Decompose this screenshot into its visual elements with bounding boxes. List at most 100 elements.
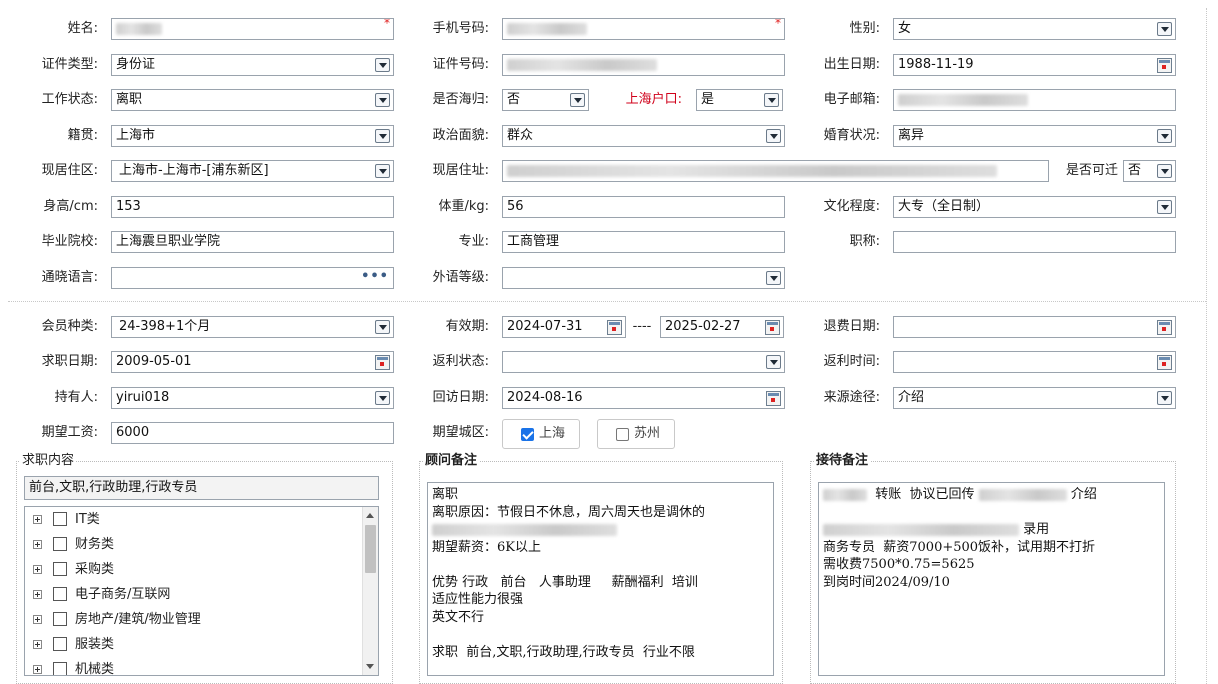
- expand-icon[interactable]: [33, 565, 42, 574]
- expand-icon[interactable]: [33, 640, 42, 649]
- calendar-icon[interactable]: [766, 391, 781, 406]
- relocate-select[interactable]: 否: [1123, 160, 1176, 182]
- checkbox-icon[interactable]: [53, 637, 67, 651]
- marital-select[interactable]: 离异: [893, 125, 1176, 147]
- checkbox-icon[interactable]: [53, 512, 67, 526]
- chevron-down-icon[interactable]: [1157, 22, 1172, 36]
- reception-note-title: 接待备注: [814, 453, 871, 469]
- checkbox-icon[interactable]: [53, 612, 67, 626]
- residence-addr-input[interactable]: [502, 160, 1049, 182]
- checkbox-icon[interactable]: [53, 662, 67, 675]
- education-select[interactable]: 大专（全日制）: [893, 196, 1176, 218]
- calendar-icon[interactable]: [1157, 320, 1172, 335]
- reception-note-textarea[interactable]: 转账 协议已回传 介绍 录用 商务专员 薪资7000+500饭补，试用期不打折 需收…: [818, 482, 1165, 676]
- city-option-suzhou[interactable]: 苏州: [597, 419, 675, 449]
- expand-icon[interactable]: [33, 665, 42, 674]
- checkbox-icon[interactable]: [53, 562, 67, 576]
- email-input[interactable]: [893, 89, 1176, 111]
- school-input[interactable]: 上海震旦职业学院: [111, 231, 394, 253]
- chevron-down-icon[interactable]: [375, 391, 390, 405]
- chevron-down-icon[interactable]: [764, 93, 779, 107]
- tree-scrollbar[interactable]: [362, 507, 378, 675]
- chevron-down-icon[interactable]: [766, 129, 781, 143]
- chevron-down-icon[interactable]: [570, 93, 585, 107]
- expand-icon[interactable]: [33, 540, 42, 549]
- more-icon[interactable]: •••: [361, 268, 389, 286]
- chevron-down-icon[interactable]: [1157, 200, 1172, 214]
- chevron-down-icon[interactable]: [1157, 164, 1172, 178]
- gender-select[interactable]: 女: [893, 18, 1176, 40]
- checkbox-icon[interactable]: [53, 587, 67, 601]
- valid-to-input[interactable]: 2025-02-27: [660, 316, 784, 338]
- foreign-level-select[interactable]: [502, 267, 785, 289]
- rebate-status-select[interactable]: [502, 351, 785, 373]
- scrollbar-thumb[interactable]: [365, 525, 376, 573]
- native-select[interactable]: 上海市: [111, 125, 394, 147]
- refund-date-input[interactable]: [893, 316, 1176, 338]
- calendar-icon[interactable]: [765, 320, 780, 335]
- title-input[interactable]: [893, 231, 1176, 253]
- scroll-up-icon[interactable]: [366, 513, 374, 518]
- residence-area-select[interactable]: 上海市-上海市-[浦东新区]: [111, 160, 394, 182]
- id-type-value: 身份证: [116, 57, 156, 72]
- range-separator: ----: [632, 319, 652, 334]
- visit-date-input[interactable]: 2024-08-16: [502, 387, 785, 409]
- required-mark: *: [775, 18, 781, 30]
- school-value: 上海震旦职业学院: [116, 234, 221, 249]
- tree-item-label: 财务类: [75, 537, 115, 552]
- chevron-down-icon[interactable]: [375, 320, 390, 334]
- expand-icon[interactable]: [33, 515, 42, 524]
- rebate-time-label: 返利时间:: [823, 354, 880, 369]
- birth-date-input[interactable]: 1988-11-19: [893, 54, 1176, 76]
- work-status-select[interactable]: 离职: [111, 89, 394, 111]
- chevron-down-icon[interactable]: [375, 93, 390, 107]
- returnee-select[interactable]: 否: [502, 89, 589, 111]
- chevron-down-icon[interactable]: [766, 355, 781, 369]
- holder-select[interactable]: yirui018: [111, 387, 394, 409]
- checkbox-icon[interactable]: [53, 537, 67, 551]
- job-date-input[interactable]: 2009-05-01: [111, 351, 394, 373]
- name-input[interactable]: *: [111, 18, 394, 40]
- education-value: 大专（全日制）: [898, 199, 990, 214]
- major-input[interactable]: 工商管理: [502, 231, 785, 253]
- chevron-down-icon[interactable]: [1157, 129, 1172, 143]
- calendar-icon[interactable]: [607, 320, 622, 335]
- required-mark: *: [384, 18, 390, 30]
- checkbox-icon[interactable]: [616, 428, 629, 441]
- calendar-icon[interactable]: [375, 355, 390, 370]
- calendar-icon[interactable]: [1157, 58, 1172, 73]
- salary-input[interactable]: 6000: [111, 422, 394, 444]
- chevron-down-icon[interactable]: [766, 271, 781, 285]
- expand-icon[interactable]: [33, 590, 42, 599]
- height-input[interactable]: 153: [111, 196, 394, 218]
- relocate-label: 是否可迁: [1065, 163, 1118, 178]
- sh-hukou-select[interactable]: 是: [696, 89, 783, 111]
- valid-from-input[interactable]: 2024-07-31: [502, 316, 626, 338]
- native-label: 籍贯:: [67, 128, 98, 143]
- chevron-down-icon[interactable]: [375, 129, 390, 143]
- id-no-input[interactable]: [502, 54, 785, 76]
- checkbox-checked-icon[interactable]: [521, 428, 534, 441]
- note-line: 需收费7500*0.75=5625: [823, 557, 975, 572]
- mobile-input[interactable]: *: [502, 18, 785, 40]
- member-type-select[interactable]: 24-398+1个月: [111, 316, 394, 338]
- id-type-select[interactable]: 身份证: [111, 54, 394, 76]
- weight-input[interactable]: 56: [502, 196, 785, 218]
- note-line: 商务专员 薪资7000+500饭补，试用期不打折: [823, 539, 1096, 555]
- languages-input[interactable]: •••: [111, 267, 394, 289]
- chevron-down-icon[interactable]: [1157, 391, 1172, 405]
- chevron-down-icon[interactable]: [375, 58, 390, 72]
- consultant-note-textarea[interactable]: 离职 离职原因：节假日不休息，周六周天也是调休的 期望薪资：6K以上 优势 行政 前台…: [427, 482, 774, 676]
- political-select[interactable]: 群众: [502, 125, 785, 147]
- job-content-title: 求职内容: [20, 453, 77, 469]
- source-select[interactable]: 介绍: [893, 387, 1176, 409]
- scroll-down-icon[interactable]: [366, 664, 374, 669]
- note-line: [432, 626, 769, 644]
- rebate-time-input[interactable]: [893, 351, 1176, 373]
- expand-icon[interactable]: [33, 615, 42, 624]
- job-category-tree[interactable]: IT类 财务类 采购类 电子商务/互联网 房地产/建筑/物业管理 服装类 机械类: [24, 506, 379, 676]
- name-label: 姓名:: [67, 21, 98, 36]
- chevron-down-icon[interactable]: [375, 164, 390, 178]
- city-option-shanghai[interactable]: 上海: [502, 419, 580, 449]
- calendar-icon[interactable]: [1157, 355, 1172, 370]
